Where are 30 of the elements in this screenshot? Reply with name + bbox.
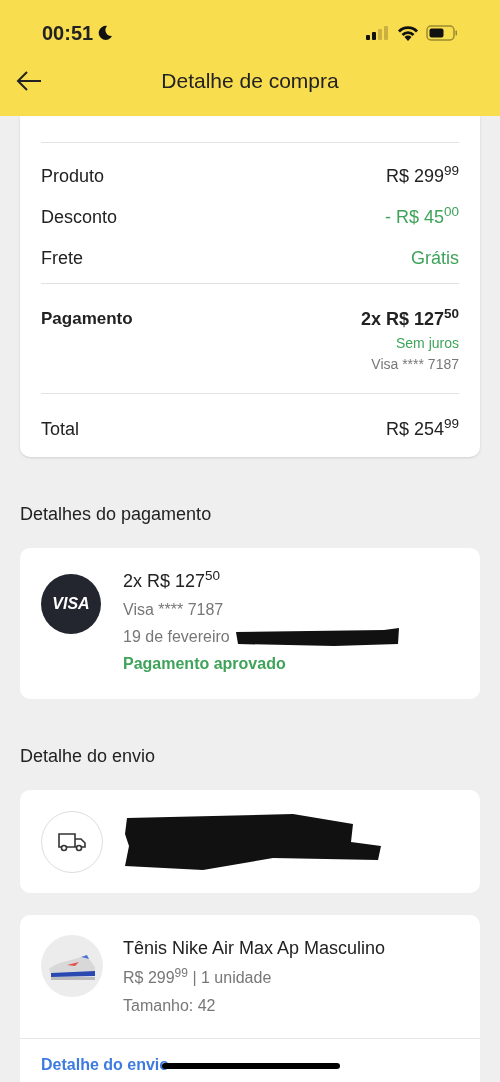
truck-icon — [58, 831, 86, 852]
summary-label: Produto — [41, 164, 105, 188]
summary-value: Grátis — [411, 246, 459, 270]
page-title: Detalhe de compra — [161, 68, 339, 95]
payment-date: 19 de fevereiro — [123, 627, 230, 647]
back-arrow-icon — [16, 71, 42, 91]
card-info: Visa **** 7187 — [371, 355, 459, 374]
product-size: Tamanho: 42 — [123, 996, 217, 1016]
section-title: Detalhes do pagamento — [20, 503, 213, 526]
payment-amount: 2x R$ 127$^{50}$ — [123, 568, 222, 593]
moon-icon — [97, 25, 114, 41]
summary-label: Frete — [41, 246, 83, 270]
wifi-icon — [397, 25, 419, 41]
signal-icon — [366, 26, 390, 40]
interest-note: Sem juros — [395, 334, 459, 353]
battery-icon — [426, 25, 458, 41]
payment-value: 2x R$ 127$^{50}$ — [360, 306, 459, 331]
payment-status: Pagamento aprovado — [123, 654, 287, 674]
total-label: Total — [41, 418, 80, 441]
total-value: R$ 254$^{99}$ — [385, 416, 459, 441]
summary-label: Desconto — [41, 205, 118, 229]
product-name: Tênis Nike Air Max Ap Masculino — [123, 937, 386, 960]
summary-value: - R$ 45$^{00}$ — [384, 203, 459, 229]
payment-label: Pagamento — [41, 308, 133, 330]
summary-value: R$ 299$^{99}$ — [385, 162, 459, 188]
product-price: R$ 299$^{99}$ | 1 unidade — [123, 966, 273, 988]
section-title: Detalhe do envio — [20, 745, 157, 768]
visa-logo: VISA — [41, 574, 101, 634]
payment-card-info: Visa **** 7187 — [123, 600, 225, 620]
status-time: 00:51 — [42, 21, 94, 46]
